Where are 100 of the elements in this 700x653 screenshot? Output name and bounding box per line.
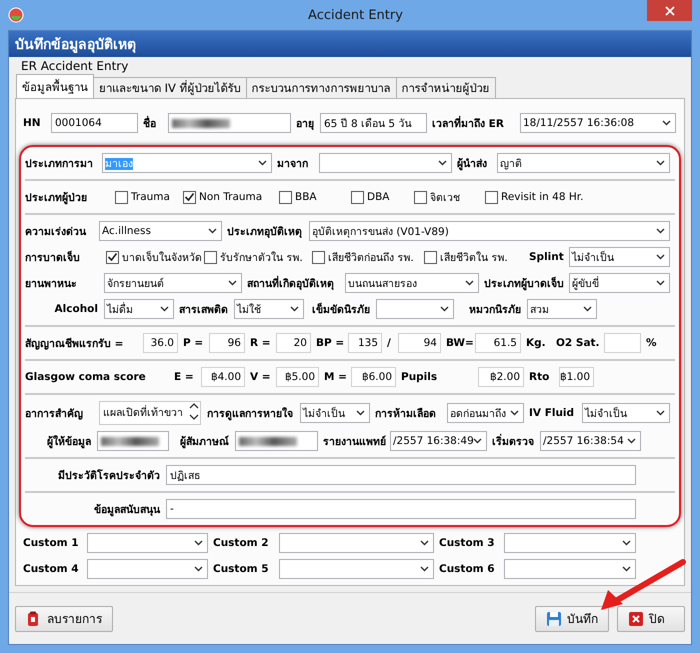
- field-label: การดูแลการหายใจ: [207, 406, 294, 422]
- field-label: Alcohol: [54, 303, 99, 315]
- field-label: HN: [23, 117, 42, 129]
- field-label: ผู้นำส่ง: [457, 156, 488, 172]
- text-field[interactable]: 135: [348, 333, 382, 353]
- field-label: ผู้สัมภาษณ์: [179, 434, 230, 450]
- field-label: หมวกนิรภัย: [468, 302, 522, 318]
- field-label: IV Fluid: [529, 407, 576, 419]
- field-label: Splint: [529, 251, 565, 263]
- dropdown[interactable]: จักรยานยนต์: [104, 273, 242, 293]
- field-label: สถานที่เกิดอุบัติเหตุ: [247, 274, 335, 292]
- checkbox-option[interactable]: บาดเจ็บในจังหวัด: [106, 248, 204, 266]
- field-label: O2 Sat.: [556, 337, 601, 349]
- field-label: Kg.: [526, 337, 547, 349]
- memo-field[interactable]: แผลเปิดที่เท้าขวา: [99, 401, 201, 425]
- text-field[interactable]: ฿1.00: [559, 367, 594, 387]
- field-label: Rto: [529, 371, 550, 383]
- text-field[interactable]: ฿5.00: [276, 367, 319, 387]
- form-subtitle: ER Accident Entry: [20, 58, 130, 74]
- text-field[interactable]: 96: [209, 333, 245, 353]
- text-field[interactable]: ฿2.00: [478, 367, 524, 387]
- save-button[interactable]: บันทึก: [535, 606, 609, 632]
- dropdown[interactable]: สวม: [527, 299, 597, 319]
- field-label: ประเภทผู้ป่วย: [25, 190, 88, 206]
- field-label: Custom 5: [213, 563, 270, 575]
- form-header: บันทึกข้อมูลอุบัติเหตุ: [9, 31, 691, 57]
- field-label: Pupils: [401, 371, 438, 383]
- checkbox-option[interactable]: Revisit in 48 Hr.: [485, 190, 675, 204]
- field-label: Custom 4: [23, 563, 80, 575]
- text-field[interactable]: 0001064: [51, 113, 138, 133]
- field-label: รายงานแพทย์: [323, 434, 387, 450]
- tab[interactable]: ข้อมูลพื้นฐาน: [16, 74, 94, 98]
- text-field[interactable]: 65 ปี 8 เดือน 5 วัน: [320, 113, 427, 133]
- field-label: P =: [183, 337, 204, 349]
- checkbox-option[interactable]: Trauma: [115, 190, 183, 204]
- text-field[interactable]: 94: [398, 333, 441, 353]
- field-label: เข็มขัดนิรภัย: [311, 302, 371, 318]
- close-button[interactable]: ปิด: [617, 606, 685, 632]
- field-label: M =: [324, 371, 348, 383]
- field-label: เวลาที่มาถึง ER: [432, 114, 505, 132]
- dropdown[interactable]: /2557 16:38:54: [540, 431, 641, 451]
- field-label: /: [387, 337, 392, 349]
- text-field[interactable]: 20: [276, 333, 311, 353]
- field-label: การห้ามเลือด: [375, 406, 437, 422]
- checkbox-option[interactable]: Non Trauma: [183, 190, 279, 204]
- text-field[interactable]: 36.0: [143, 333, 178, 353]
- dropdown[interactable]: Ac.illness: [99, 221, 222, 241]
- field-label: มีประวัติโรคประจำตัว: [57, 468, 161, 484]
- field-label: Glasgow coma score: [25, 371, 147, 383]
- delete-button[interactable]: ลบรายการ: [15, 606, 113, 632]
- dropdown[interactable]: อุบัติเหตุการขนส่ง (V01-V89): [309, 221, 670, 241]
- checkbox-option[interactable]: เสียชีวิตก่อนถึง รพ.: [312, 248, 424, 266]
- field-label: Custom 2: [213, 537, 270, 549]
- field-label: อายุ: [296, 116, 315, 132]
- field-label: ยานพาหนะ: [25, 276, 78, 292]
- field-label: Custom 1: [23, 537, 80, 549]
- field-label: สัญญาณชีพแรกรับ =: [25, 336, 124, 352]
- text-field[interactable]: ปฏิเสธ: [166, 465, 636, 485]
- dropdown[interactable]: ไม่จำเป็น: [582, 403, 670, 423]
- dropdown[interactable]: ไม่จำเป็น: [569, 247, 670, 267]
- dropdown[interactable]: อดก่อนมาถึง: [447, 403, 524, 423]
- dropdown[interactable]: ผู้ขับขี่: [569, 273, 670, 293]
- field-label: สารเสพติด: [179, 302, 229, 318]
- text-field[interactable]: 61.5: [475, 333, 521, 353]
- tab[interactable]: การจำหน่ายผู้ป่วย: [396, 77, 496, 98]
- field-label: E =: [174, 371, 195, 383]
- field-label: BP =: [316, 337, 346, 349]
- field-label: Custom 6: [439, 563, 496, 575]
- text-field[interactable]: ฿6.00: [351, 367, 396, 387]
- checkbox-option[interactable]: BBA: [279, 190, 351, 204]
- dropdown[interactable]: ไม่จำเป็น: [300, 403, 370, 423]
- field-label: ผู้ให้ข้อมูล: [46, 434, 92, 450]
- field-label: Custom 3: [439, 537, 496, 549]
- field-label: V =: [250, 371, 272, 383]
- dropdown[interactable]: /2557 16:38:49: [390, 431, 487, 451]
- checkbox-option[interactable]: จิตเวช: [414, 188, 485, 206]
- field-label: ความเร่งด่วน: [25, 224, 88, 240]
- dropdown[interactable]: ญาติ: [497, 153, 670, 173]
- text-field[interactable]: ฿4.00: [201, 367, 245, 387]
- field-label: %: [646, 337, 658, 349]
- checkbox-option[interactable]: เสียชีวิตใน รพ.: [424, 248, 529, 266]
- checkbox-option[interactable]: DBA: [351, 190, 414, 204]
- field-label: BW=: [446, 337, 475, 349]
- field-label: การบาดเจ็บ: [25, 250, 81, 266]
- dropdown[interactable]: บนถนนสายรอง: [345, 273, 479, 293]
- checkbox-option[interactable]: รับรักษาตัวใน รพ.: [204, 248, 312, 266]
- field-label: ประเภทผู้บาดเจ็บ: [484, 276, 565, 292]
- dropdown[interactable]: ไม่ดื่ม: [104, 299, 174, 319]
- field-label: มาจาก: [277, 156, 309, 172]
- dropdown[interactable]: 18/11/2557 16:36:08: [520, 113, 676, 133]
- field-label: ประเภทการมา: [25, 156, 94, 172]
- field-label: R =: [250, 337, 272, 349]
- field-label: ประเภทอุบัติเหตุ: [227, 224, 303, 240]
- text-field[interactable]: -: [166, 499, 636, 519]
- dropdown[interactable]: ไม่ใช้: [234, 299, 304, 319]
- field-label: เริ่มตรวจ: [492, 432, 535, 450]
- field-label: อาการสำคัญ: [25, 406, 84, 422]
- field-label: ข้อมูลสนับสนุน: [93, 502, 162, 518]
- tab[interactable]: ยาและขนาด IV ที่ผู้ป่วยได้รับ: [93, 77, 247, 98]
- window-title: Accident Entry: [307, 8, 404, 22]
